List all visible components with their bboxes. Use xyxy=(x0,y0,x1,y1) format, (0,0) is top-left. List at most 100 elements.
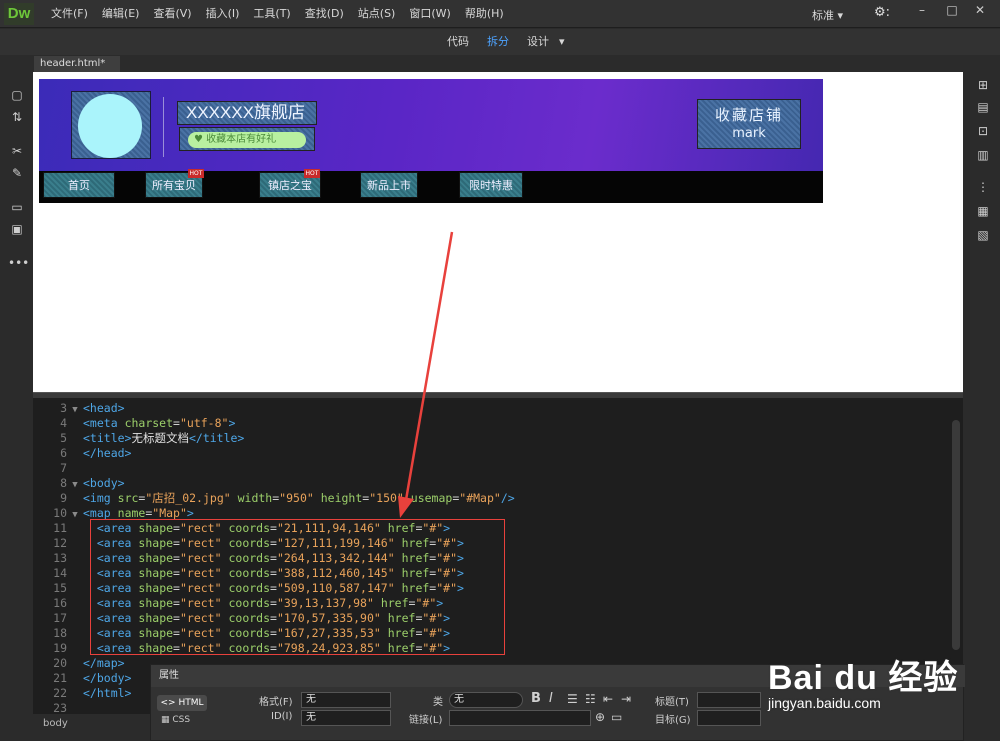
code-line[interactable]: 9 <img src="店招_02.jpg" width="950" height… xyxy=(33,491,515,506)
code-text: <meta charset="utf-8"> xyxy=(83,416,236,430)
bold-button[interactable]: B xyxy=(531,691,541,706)
brush-icon[interactable]: ✎ xyxy=(8,164,26,182)
file-icon[interactable]: ▢ xyxy=(8,86,26,104)
list-icon[interactable]: ☰ xyxy=(567,692,578,706)
nav-new[interactable]: 新品上市 xyxy=(360,172,418,198)
menu-find[interactable]: 查找(D) xyxy=(298,0,351,28)
menu-tools[interactable]: 工具(T) xyxy=(246,0,297,28)
css-mode-button[interactable]: ▦ CSS xyxy=(161,715,190,725)
sitemap-icon[interactable]: ⊞ xyxy=(974,76,992,94)
code-line[interactable]: 7 xyxy=(33,461,83,476)
ordered-list-icon[interactable]: ☷ xyxy=(585,692,596,706)
line-number: 17 xyxy=(53,611,67,625)
annotation-box xyxy=(90,519,505,655)
minimize-button[interactable]: – xyxy=(908,0,936,20)
shop-name[interactable]: XXXXXX旗舰店 xyxy=(177,101,317,125)
favorite-badge-label: 收藏本店有好礼 xyxy=(206,134,277,145)
insert-icon[interactable]: ⊡ xyxy=(974,122,992,140)
dom-icon[interactable]: ⋮ xyxy=(974,178,992,196)
code-line[interactable]: 4 <meta charset="utf-8"> xyxy=(33,416,235,431)
folder-icon[interactable]: ▭ xyxy=(611,710,622,724)
chart-icon[interactable]: ▥ xyxy=(974,146,992,164)
line-number: 14 xyxy=(53,566,67,580)
code-line[interactable]: 8 ▼ <body> xyxy=(33,476,125,491)
view-code-button[interactable]: 代码 xyxy=(447,29,469,55)
menu-insert[interactable]: 插入(I) xyxy=(199,0,247,28)
collect-shop-hotspot[interactable]: 收藏店铺 mark xyxy=(697,99,801,149)
point-to-file-icon[interactable]: ⊕ xyxy=(595,710,605,724)
settings-icon[interactable]: ⚙: xyxy=(874,5,890,20)
menu-window[interactable]: 窗口(W) xyxy=(402,0,457,28)
chevron-down-icon[interactable]: ▾ xyxy=(559,29,565,55)
class-label: 类 xyxy=(433,697,443,708)
view-split-button[interactable]: 拆分 xyxy=(487,29,509,55)
link-input[interactable] xyxy=(449,710,591,726)
close-button[interactable]: ✕ xyxy=(966,0,994,20)
avatar-hotspot[interactable] xyxy=(71,91,151,159)
shop-header-banner: XXXXXX旗舰店 ♥ 收藏本店有好礼 收藏店铺 mark 首页 所有宝贝 HOT… xyxy=(39,79,823,203)
id-select[interactable]: 无 xyxy=(301,710,391,726)
line-number: 11 xyxy=(53,521,67,535)
line-number: 23 xyxy=(53,701,67,714)
code-panel-icon[interactable]: ▧ xyxy=(974,226,992,244)
nav-sale[interactable]: 限时特惠 xyxy=(459,172,523,198)
code-line[interactable]: 6 </head> xyxy=(33,446,131,461)
html-mode-button[interactable]: <> HTML xyxy=(157,695,207,711)
snippet-icon[interactable]: ✂ xyxy=(8,142,26,160)
code-text: </head> xyxy=(83,446,132,460)
view-design-button[interactable]: 设计 xyxy=(527,29,549,55)
divider xyxy=(163,97,164,157)
app-logo: Dw xyxy=(4,3,34,25)
preview-icon[interactable]: ▣ xyxy=(8,220,26,238)
code-line[interactable]: 23 xyxy=(33,701,83,714)
code-line[interactable]: 21 </body> xyxy=(33,671,131,686)
menu-file[interactable]: 文件(F) xyxy=(44,0,95,28)
menu-edit[interactable]: 编辑(E) xyxy=(95,0,147,28)
comment-icon[interactable]: ▭ xyxy=(8,198,26,216)
toolbox-icon[interactable]: ▦ xyxy=(974,202,992,220)
code-text: <title>无标题文档</title> xyxy=(83,431,245,445)
document-tab[interactable]: header.html* × xyxy=(34,56,120,85)
left-toolbar: ▢ ⇅ ✂ ✎ ▭ ▣ ••• xyxy=(0,56,30,716)
title-label: 标题(T) xyxy=(655,697,689,708)
target-label: 目标(G) xyxy=(655,715,691,726)
format-select[interactable]: 无 xyxy=(301,692,391,708)
code-line[interactable]: 3 ▼ <head> xyxy=(33,401,124,416)
sort-icon[interactable]: ⇅ xyxy=(8,108,26,126)
assets-icon[interactable]: ▤ xyxy=(974,98,992,116)
nav-home[interactable]: 首页 xyxy=(43,172,115,198)
code-scrollbar[interactable] xyxy=(952,420,960,650)
line-number: 19 xyxy=(53,641,67,655)
code-line[interactable]: 20 </map> xyxy=(33,656,124,671)
title-input[interactable] xyxy=(697,692,761,708)
code-line[interactable]: 5 <title>无标题文档</title> xyxy=(33,431,244,446)
more-icon[interactable]: ••• xyxy=(8,254,29,272)
menu-site[interactable]: 站点(S) xyxy=(351,0,403,28)
shop-nav-bar: 首页 所有宝贝 HOT 镇店之宝 HOT 新品上市 限时特惠 xyxy=(39,169,823,203)
collect-line1: 收藏店铺 xyxy=(714,106,783,124)
line-number: 4 xyxy=(60,416,67,430)
target-select[interactable] xyxy=(697,710,761,726)
code-text: <body> xyxy=(83,476,125,490)
code-line[interactable]: 22 </html> xyxy=(33,686,131,701)
indent-icon[interactable]: ⇥ xyxy=(621,692,631,706)
nav-best[interactable]: 镇店之宝 HOT xyxy=(259,169,321,198)
italic-button[interactable]: I xyxy=(549,691,553,706)
right-panel-bar: ⊞ ▤ ⊡ ▥ ⋮ ▦ ▧ xyxy=(964,56,1000,716)
view-switcher: 代码 拆分 设计 ▾ xyxy=(0,29,1000,55)
favorite-hotspot[interactable]: ♥ 收藏本店有好礼 xyxy=(179,127,315,151)
tag-body[interactable]: body xyxy=(43,718,68,729)
class-select[interactable]: 无 xyxy=(449,692,523,708)
nav-all-items[interactable]: 所有宝贝 HOT xyxy=(145,169,204,198)
workspace-dropdown[interactable]: 标准 ▾ xyxy=(812,7,843,23)
menu-help[interactable]: 帮助(H) xyxy=(458,0,511,28)
menu-bar: Dw 文件(F) 编辑(E) 查看(V) 插入(I) 工具(T) 查找(D) 站… xyxy=(0,0,1000,28)
maximize-button[interactable]: □ xyxy=(938,0,966,20)
hot-badge: HOT xyxy=(188,169,204,178)
line-number: 3 xyxy=(60,401,67,415)
design-view[interactable]: XXXXXX旗舰店 ♥ 收藏本店有好礼 收藏店铺 mark 首页 所有宝贝 HOT… xyxy=(33,72,963,392)
menu-view[interactable]: 查看(V) xyxy=(146,0,198,28)
favorite-badge: ♥ 收藏本店有好礼 xyxy=(188,132,306,148)
outdent-icon[interactable]: ⇤ xyxy=(603,692,613,706)
line-number: 8 xyxy=(60,476,67,490)
